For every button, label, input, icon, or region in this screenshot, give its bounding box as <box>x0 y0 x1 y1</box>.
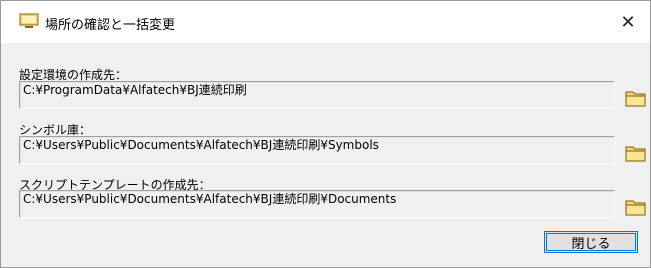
symbol-library-field: C:¥Users¥Public¥Documents¥Alfatech¥BJ連続印… <box>19 136 615 164</box>
symbol-library-label: シンボル庫： <box>19 123 92 137</box>
folder-icon[interactable] <box>625 88 647 108</box>
close-icon[interactable]: ✕ <box>606 1 650 43</box>
settings-location-label: 設定環境の作成先： <box>19 68 128 82</box>
dialog-window: 場所の確認と一括変更 ✕ 設定環境の作成先： C:¥ProgramData¥Al… <box>0 0 651 268</box>
window-title: 場所の確認と一括変更 <box>45 18 176 33</box>
settings-location-field: C:¥ProgramData¥Alfatech¥BJ連続印刷 <box>19 81 615 109</box>
script-template-value: C:¥Users¥Public¥Documents¥Alfatech¥BJ連続印… <box>23 192 397 206</box>
folder-icon[interactable] <box>625 197 647 217</box>
script-template-field: C:¥Users¥Public¥Documents¥Alfatech¥BJ連続印… <box>19 190 615 218</box>
monitor-icon <box>19 13 39 28</box>
title-bar: 場所の確認と一括変更 ✕ <box>1 1 650 43</box>
symbol-library-value: C:¥Users¥Public¥Documents¥Alfatech¥BJ連続印… <box>23 138 379 152</box>
folder-icon[interactable] <box>625 143 647 163</box>
close-button[interactable]: 閉じる <box>544 231 638 253</box>
settings-location-value: C:¥ProgramData¥Alfatech¥BJ連続印刷 <box>23 83 247 97</box>
